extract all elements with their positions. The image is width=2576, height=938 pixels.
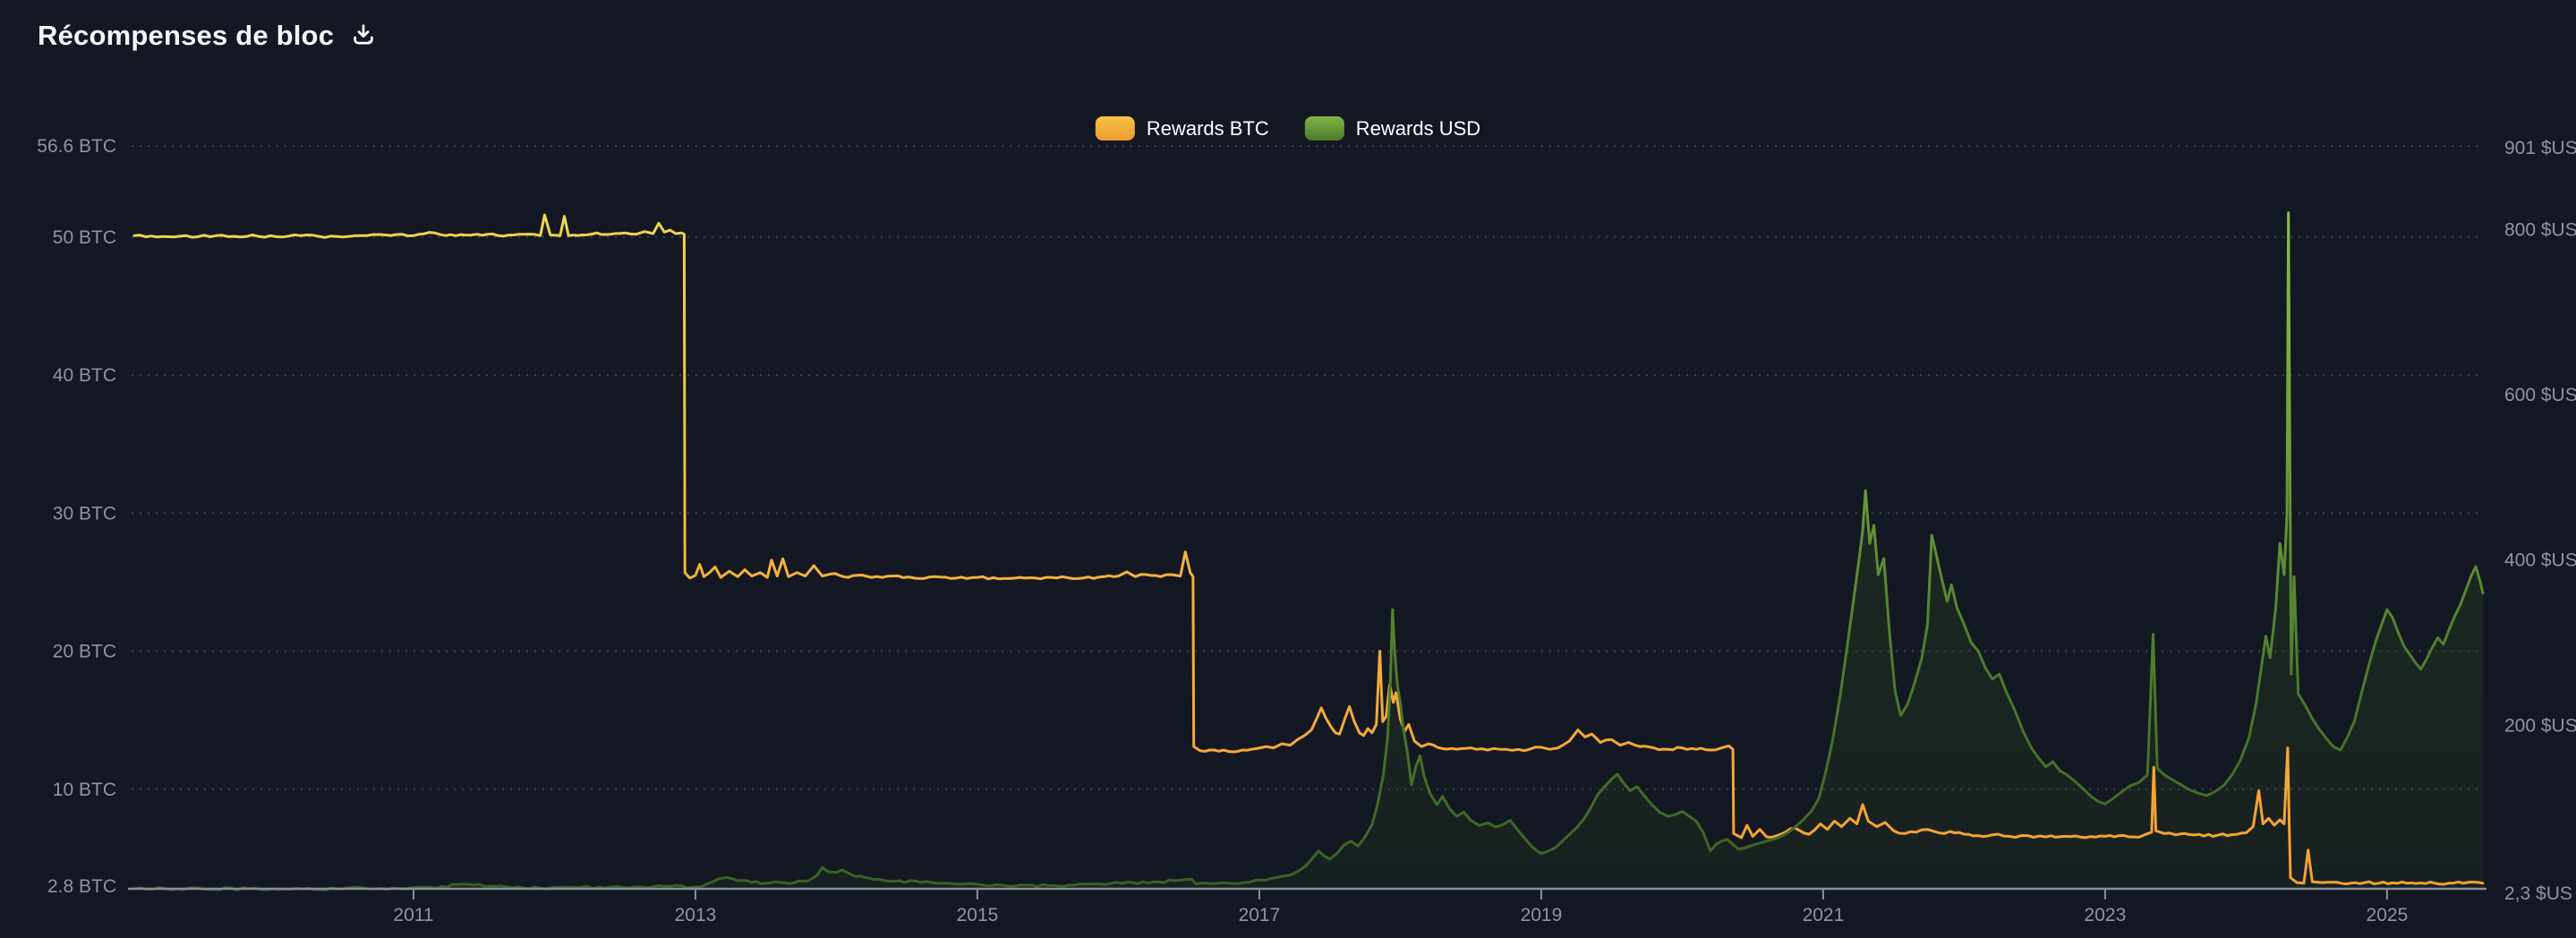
- y-axis-label-right: 2,3 $US: [2504, 883, 2572, 904]
- y-axis-label-left: 56.6 BTC: [37, 136, 116, 157]
- y-axis-label-right: 800 $US: [2504, 219, 2576, 240]
- x-axis-label: 2023: [2085, 905, 2127, 925]
- y-axis-label-right: 200 $US: [2504, 715, 2576, 736]
- y-axis-label-left: 2.8 BTC: [47, 876, 116, 897]
- y-axis-label-right: 400 $US: [2504, 550, 2576, 571]
- y-axis-label-right: 901 $US: [2504, 138, 2576, 158]
- y-axis-label-right: 600 $US: [2504, 385, 2576, 405]
- x-axis-label: 2011: [393, 905, 433, 925]
- block-rewards-panel: Récompenses de bloc Rewards BTC Rewards …: [0, 0, 2576, 938]
- x-axis-label: 2015: [957, 905, 999, 925]
- x-axis-label: 2021: [1803, 905, 1845, 925]
- y-axis-label-left: 10 BTC: [53, 780, 116, 800]
- x-axis-label: 2017: [1239, 905, 1281, 925]
- rewards-btc-line: [134, 215, 2483, 884]
- y-axis-label-left: 20 BTC: [53, 642, 116, 662]
- x-axis-label: 2013: [675, 905, 717, 925]
- y-axis-label-left: 50 BTC: [53, 227, 116, 248]
- x-axis-label: 2025: [2367, 905, 2409, 925]
- y-axis-label-left: 30 BTC: [53, 503, 116, 524]
- x-axis-label: 2019: [1521, 905, 1563, 925]
- y-axis-label-left: 40 BTC: [53, 365, 116, 386]
- rewards-chart-canvas[interactable]: 2011 2013 2015 2017 2019 2021 2023 2025 56.6 BTC…: [0, 0, 2576, 938]
